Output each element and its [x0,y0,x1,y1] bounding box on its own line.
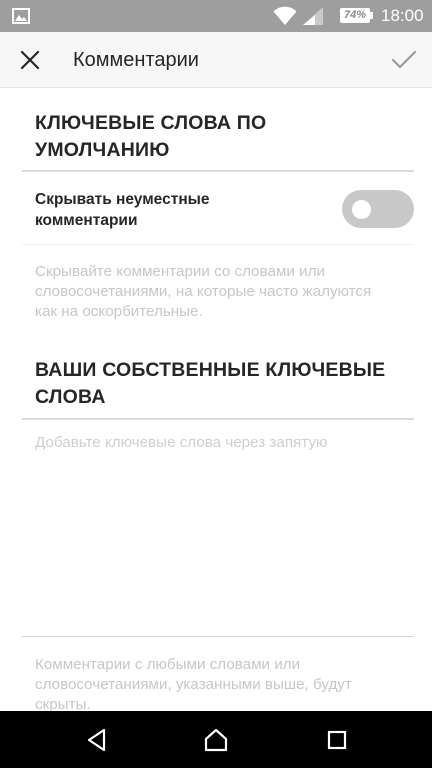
battery-nub [370,12,373,19]
header: Комментарии [0,32,432,88]
signal-icon [303,7,323,25]
wifi-icon [273,6,297,25]
section-divider [22,170,414,172]
default-keywords-description: Скрывайте комментарии со словами или сло… [35,263,372,320]
keywords-input[interactable] [35,433,405,623]
navigation-bar [0,711,432,768]
status-bar: 74% 18:00 [0,0,432,32]
close-icon [20,50,40,70]
gallery-icon [12,8,30,24]
section-divider [22,418,414,420]
battery-level: 74% [343,9,367,21]
input-underline [22,636,414,637]
checkmark-icon [391,50,417,69]
toggle-knob[interactable] [352,200,371,219]
custom-keywords-description: Комментарии с любыми словами или словосо… [35,656,352,713]
close-button[interactable] [18,48,42,72]
hide-offensive-toggle-label: Скрывать неуместные комментарии [35,191,210,229]
home-icon [204,728,228,752]
clock: 18:00 [381,6,424,25]
recents-button[interactable] [323,726,351,754]
recents-icon [327,730,347,750]
done-button[interactable] [390,47,418,73]
default-keywords-title: КЛЮЧЕВЫЕ СЛОВА ПО УМОЛЧАНИЮ [35,112,267,161]
back-icon [87,728,106,752]
custom-keywords-title: ВАШИ СОБСТВЕННЫЕ КЛЮЧЕВЫЕ СЛОВА [35,359,386,408]
home-button[interactable] [202,726,230,754]
page-title: Комментарии [73,49,199,71]
back-button[interactable] [84,726,112,754]
row-divider [22,244,414,245]
